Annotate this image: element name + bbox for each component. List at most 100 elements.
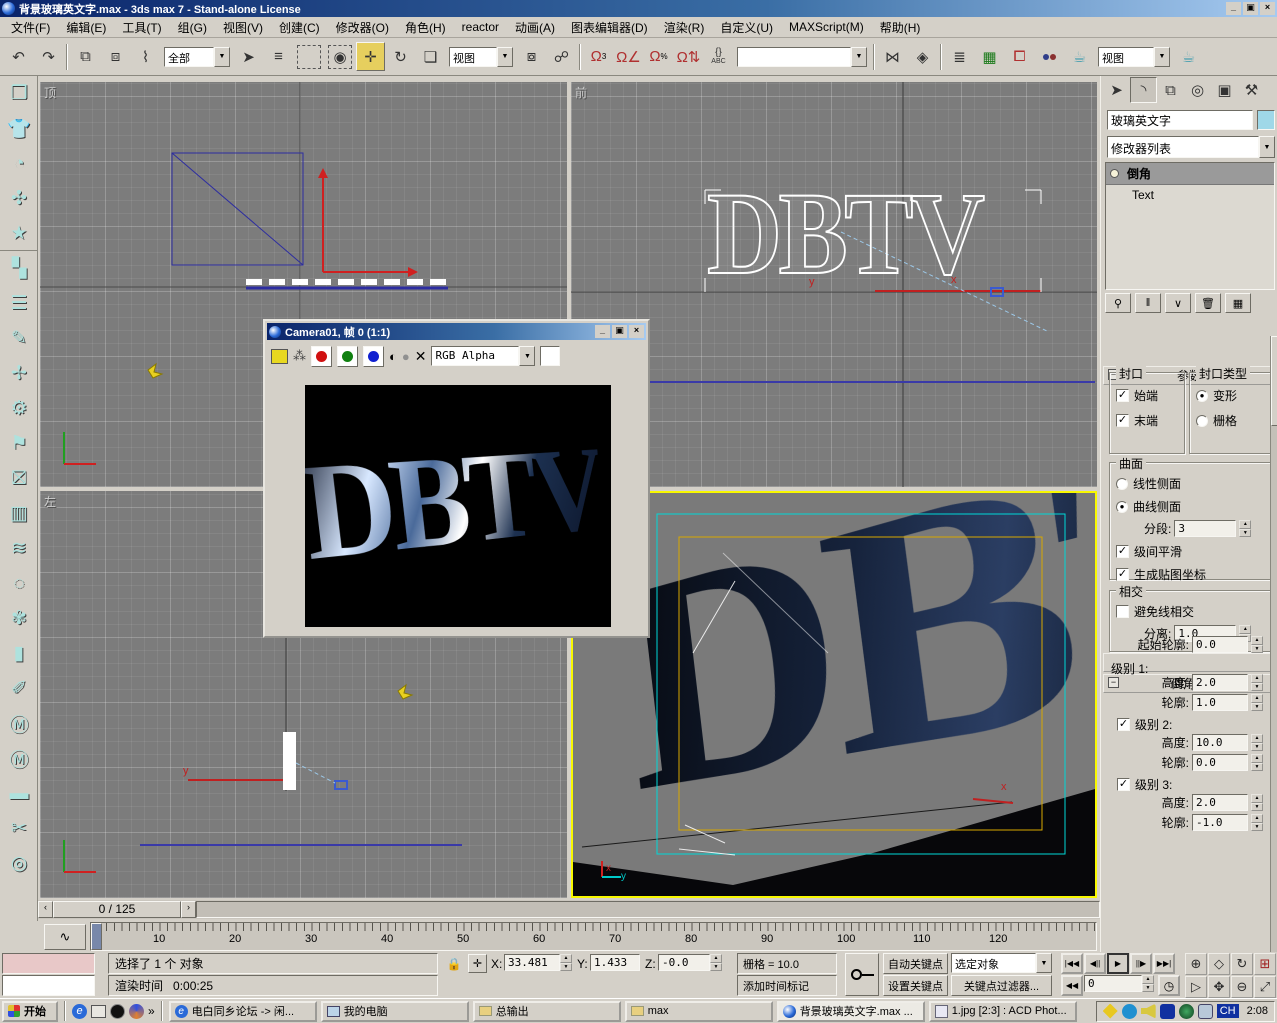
select-and-move-icon[interactable]: ✛ (356, 42, 385, 71)
menu-modifiers[interactable]: 修改器(O) (329, 17, 396, 38)
tab-display-icon[interactable]: ▣ (1211, 77, 1238, 103)
menu-graph-editors[interactable]: 图表编辑器(D) (564, 17, 655, 38)
render-close-button[interactable]: × (629, 325, 644, 338)
pin-stack-icon[interactable]: ⚲ (1105, 293, 1131, 313)
y-coordinate-field[interactable]: 1.433 (590, 954, 640, 971)
undo-icon[interactable]: ↶ (4, 42, 33, 71)
minimize-button[interactable]: _ (1226, 2, 1241, 15)
edit-named-selections-icon[interactable]: {}ABC (704, 42, 733, 71)
channel-display-dropdown[interactable]: RGB Alpha ▼ (431, 346, 535, 366)
pen-shortcut-icon[interactable]: ✐ (0, 671, 38, 706)
viewport-front-label[interactable]: 前 (575, 84, 587, 101)
menu-reactor[interactable]: reactor (455, 18, 506, 36)
keep-lines-from-crossing-checkbox[interactable] (1116, 605, 1129, 618)
m2-shortcut-icon[interactable]: Ⓜ (0, 741, 38, 776)
set-key-button[interactable]: 设置关键点 (883, 975, 948, 996)
clone-rendered-frame-icon[interactable]: ⁂ (293, 348, 306, 364)
align-icon[interactable]: ◈ (908, 42, 937, 71)
level1-height-field[interactable]: 2.0 (1192, 674, 1248, 691)
cap-end-checkbox[interactable]: ✓ (1116, 414, 1129, 427)
absolute-offset-mode-icon[interactable]: ✛ (468, 954, 487, 973)
ball-shortcut-icon[interactable]: ◔ (0, 146, 38, 181)
close-button[interactable]: × (1260, 2, 1275, 15)
selection-lock-icon[interactable]: 🔒 (446, 955, 462, 973)
auto-key-button[interactable]: 自动关键点 (883, 953, 948, 974)
tray-network-icon[interactable] (1198, 1004, 1213, 1019)
shapes-shortcut-icon[interactable]: 👕 (0, 111, 38, 146)
chevron-down-icon[interactable]: ▼ (1154, 47, 1170, 67)
zoom-extents-icon[interactable]: ↻ (1231, 953, 1253, 975)
selection-filter-dropdown[interactable]: 全部 ▼ (164, 47, 230, 67)
menu-group[interactable]: 组(G) (171, 17, 214, 38)
stack-item-text[interactable]: Text (1106, 185, 1274, 205)
remove-modifier-icon[interactable]: 🗑 (1195, 293, 1221, 313)
mini-curve-editor-icon[interactable]: ∿ (44, 924, 86, 950)
task-output-folder[interactable]: 总输出 (473, 1001, 621, 1022)
object-name-field[interactable]: 玻璃英文字 (1107, 110, 1253, 130)
reference-coordinate-dropdown[interactable]: 视图 ▼ (449, 47, 513, 67)
checker-shortcut-icon[interactable]: ▚ (0, 251, 38, 286)
maxscript-mini-listener-white[interactable] (2, 975, 95, 996)
level1-outline-field[interactable]: 1.0 (1192, 694, 1248, 711)
objects-shortcut-icon[interactable]: ❒ (0, 76, 38, 111)
waves-shortcut-icon[interactable]: ≋ (0, 531, 38, 566)
curved-sides-radio[interactable]: ● (1116, 501, 1128, 513)
stack-item-bevel[interactable]: 倒角 (1106, 163, 1274, 185)
chevron-down-icon[interactable]: ▼ (519, 346, 535, 366)
quicklaunch-ie-icon[interactable]: e (72, 1004, 87, 1019)
pan-hand-icon[interactable]: ✥ (1208, 976, 1230, 998)
schematic-view-icon[interactable]: ⧠ (1005, 42, 1034, 71)
select-object-icon[interactable]: ➤ (234, 42, 263, 71)
modifier-list-dropdown[interactable]: 修改器列表 ▼ (1107, 136, 1275, 158)
lightbulb-icon[interactable] (1110, 169, 1119, 178)
use-pivot-point-icon[interactable]: ⧇ (517, 42, 546, 71)
tray-volume-icon[interactable] (1141, 1004, 1156, 1019)
unlink-selection-icon[interactable]: ⧈ (101, 42, 130, 71)
next-frame-icon[interactable]: ||▶ (1130, 953, 1152, 974)
spinner-snap-icon[interactable]: Ω⇅ (674, 42, 703, 71)
previous-frame-arrow[interactable]: ‹ (38, 901, 53, 918)
scissors-shortcut-icon[interactable]: ✂ (0, 811, 38, 846)
tab-hierarchy-icon[interactable]: ⧉ (1157, 77, 1184, 103)
tab-motion-icon[interactable]: ◎ (1184, 77, 1211, 103)
clapboard-shortcut-icon[interactable]: ▬ (0, 776, 38, 811)
cap-type-grid-radio[interactable] (1196, 415, 1208, 427)
menu-rendering[interactable]: 渲染(R) (657, 17, 712, 38)
x-spinner[interactable]: ▲▼ (560, 954, 572, 971)
render-frame-window[interactable]: Camera01, 帧 0 (1:1) _ ▣ × ⁂ ◐ ● ✕ RGB Al… (263, 319, 650, 638)
select-and-manipulate-icon[interactable]: ☍ (547, 42, 576, 71)
green-channel-button[interactable] (337, 346, 358, 367)
tab-modify-icon[interactable]: ◝ (1130, 77, 1157, 103)
chevron-down-icon[interactable]: ▼ (1036, 953, 1052, 973)
window-crossing-selection-icon[interactable]: ◉ (328, 45, 352, 69)
tray-ime-indicator[interactable]: CH (1217, 1004, 1239, 1018)
key-filters-button[interactable]: 关键点过滤器... (951, 975, 1052, 996)
person-shortcut-icon[interactable]: ✾ (0, 601, 38, 636)
menu-maxscript[interactable]: MAXScript(M) (782, 18, 871, 36)
mirror-icon[interactable]: ⋈ (878, 42, 907, 71)
redo-icon[interactable]: ↷ (34, 42, 63, 71)
key-step-icon[interactable]: ◀◀ (1061, 975, 1083, 996)
z-coordinate-field[interactable]: -0.0 (658, 954, 710, 971)
viewport-top-label[interactable]: 顶 (44, 84, 56, 101)
menu-character[interactable]: 角色(H) (398, 17, 453, 38)
red-channel-button[interactable] (311, 346, 332, 367)
show-end-result-icon[interactable]: ‖ (1135, 293, 1161, 313)
blue-channel-button[interactable] (363, 346, 384, 367)
next-frame-arrow[interactable]: › (181, 901, 196, 918)
object-color-swatch[interactable] (1257, 110, 1275, 130)
maximize-button[interactable]: ▣ (1243, 2, 1258, 15)
clear-rendered-frame-icon[interactable]: ✕ (415, 348, 427, 365)
segments-field[interactable]: 3 (1174, 520, 1236, 537)
spray-shortcut-icon[interactable]: ◌ (0, 566, 38, 601)
key-mode-dropdown[interactable]: 选定对象 ▼ (951, 953, 1052, 973)
task-my-computer[interactable]: 我的电脑 (321, 1001, 469, 1022)
maxscript-mini-listener-pink[interactable] (2, 953, 95, 974)
background-color-swatch[interactable] (540, 346, 560, 366)
boxes-shortcut-icon[interactable]: ▥ (0, 496, 38, 531)
quicklaunch-show-desktop-icon[interactable] (91, 1005, 106, 1018)
gear-shortcut-icon[interactable]: ⚙ (0, 391, 38, 426)
menu-customize[interactable]: 自定义(U) (713, 17, 780, 38)
current-frame-field[interactable]: 0 (1084, 975, 1142, 992)
render-type-dropdown[interactable]: 视图 ▼ (1098, 47, 1170, 67)
